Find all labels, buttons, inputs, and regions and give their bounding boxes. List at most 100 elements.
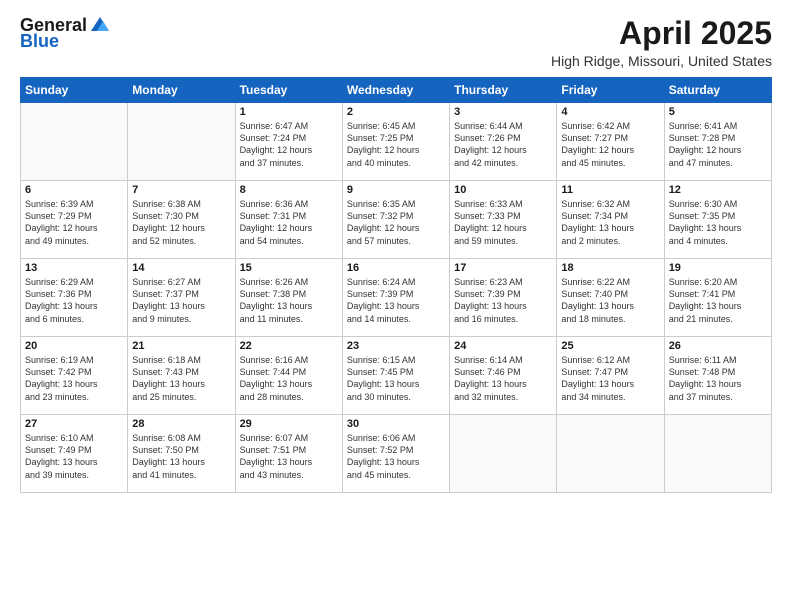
header: General Blue April 2025 High Ridge, Miss…	[20, 16, 772, 69]
page: General Blue April 2025 High Ridge, Miss…	[0, 0, 792, 612]
calendar-cell: 2 Sunrise: 6:45 AM Sunset: 7:25 PM Daylig…	[342, 103, 449, 181]
calendar-week-row: 13Sunrise: 6:29 AM Sunset: 7:36 PM Dayli…	[21, 259, 772, 337]
day-number: 16	[347, 262, 445, 274]
weekday-header: Monday	[128, 78, 235, 103]
day-info: Sunrise: 6:32 AM Sunset: 7:34 PM Dayligh…	[561, 198, 659, 247]
day-info: Sunrise: 6:11 AM Sunset: 7:48 PM Dayligh…	[669, 354, 767, 403]
calendar-cell: 9 Sunrise: 6:35 AM Sunset: 7:32 PM Daylig…	[342, 181, 449, 259]
calendar-week-row: 27 Sunrise: 6:10 AM Sunset: 7:49 PM Dayli…	[21, 415, 772, 493]
calendar-cell: 25 Sunrise: 6:12 AM Sunset: 7:47 PM Dayli…	[557, 337, 664, 415]
calendar-cell: 7 Sunrise: 6:38 AM Sunset: 7:30 PM Daylig…	[128, 181, 235, 259]
day-number: 3	[454, 106, 552, 118]
day-info: Sunrise: 6:36 AM Sunset: 7:31 PM Dayligh…	[240, 198, 338, 247]
calendar-cell: 21 Sunrise: 6:18 AM Sunset: 7:43 PM Dayli…	[128, 337, 235, 415]
calendar-cell: 22Sunrise: 6:16 AM Sunset: 7:44 PM Dayli…	[235, 337, 342, 415]
day-info: Sunrise: 6:38 AM Sunset: 7:30 PM Dayligh…	[132, 198, 230, 247]
day-info: Sunrise: 6:20 AM Sunset: 7:41 PM Dayligh…	[669, 276, 767, 325]
day-info: Sunrise: 6:15 AM Sunset: 7:45 PM Dayligh…	[347, 354, 445, 403]
day-number: 6	[25, 184, 123, 196]
calendar-cell	[664, 415, 771, 493]
day-number: 24	[454, 340, 552, 352]
weekday-header: Thursday	[450, 78, 557, 103]
calendar-cell: 30Sunrise: 6:06 AM Sunset: 7:52 PM Dayli…	[342, 415, 449, 493]
calendar-title: April 2025	[551, 16, 772, 51]
day-number: 12	[669, 184, 767, 196]
day-info: Sunrise: 6:26 AM Sunset: 7:38 PM Dayligh…	[240, 276, 338, 325]
calendar-cell: 13Sunrise: 6:29 AM Sunset: 7:36 PM Dayli…	[21, 259, 128, 337]
calendar-cell: 17 Sunrise: 6:23 AM Sunset: 7:39 PM Dayli…	[450, 259, 557, 337]
weekday-header-row: SundayMondayTuesdayWednesdayThursdayFrid…	[21, 78, 772, 103]
calendar-cell	[21, 103, 128, 181]
day-number: 29	[240, 418, 338, 430]
day-number: 23	[347, 340, 445, 352]
calendar-subtitle: High Ridge, Missouri, United States	[551, 53, 772, 69]
calendar-cell: 24Sunrise: 6:14 AM Sunset: 7:46 PM Dayli…	[450, 337, 557, 415]
day-info: Sunrise: 6:39 AM Sunset: 7:29 PM Dayligh…	[25, 198, 123, 247]
day-number: 9	[347, 184, 445, 196]
weekday-header: Tuesday	[235, 78, 342, 103]
day-number: 25	[561, 340, 659, 352]
calendar-cell	[128, 103, 235, 181]
day-number: 27	[25, 418, 123, 430]
day-number: 15	[240, 262, 338, 274]
calendar-cell: 19 Sunrise: 6:20 AM Sunset: 7:41 PM Dayli…	[664, 259, 771, 337]
weekday-header: Wednesday	[342, 78, 449, 103]
calendar-cell: 12 Sunrise: 6:30 AM Sunset: 7:35 PM Dayli…	[664, 181, 771, 259]
day-number: 4	[561, 106, 659, 118]
day-number: 2	[347, 106, 445, 118]
day-info: Sunrise: 6:19 AM Sunset: 7:42 PM Dayligh…	[25, 354, 123, 403]
calendar-cell: 28 Sunrise: 6:08 AM Sunset: 7:50 PM Dayli…	[128, 415, 235, 493]
calendar-cell: 10Sunrise: 6:33 AM Sunset: 7:33 PM Dayli…	[450, 181, 557, 259]
calendar-week-row: 1 Sunrise: 6:47 AM Sunset: 7:24 PM Daylig…	[21, 103, 772, 181]
calendar-cell: 16 Sunrise: 6:24 AM Sunset: 7:39 PM Dayli…	[342, 259, 449, 337]
day-info: Sunrise: 6:44 AM Sunset: 7:26 PM Dayligh…	[454, 120, 552, 169]
calendar-cell	[450, 415, 557, 493]
calendar-cell: 3 Sunrise: 6:44 AM Sunset: 7:26 PM Daylig…	[450, 103, 557, 181]
day-info: Sunrise: 6:30 AM Sunset: 7:35 PM Dayligh…	[669, 198, 767, 247]
day-number: 1	[240, 106, 338, 118]
day-info: Sunrise: 6:06 AM Sunset: 7:52 PM Dayligh…	[347, 432, 445, 481]
day-number: 17	[454, 262, 552, 274]
day-info: Sunrise: 6:41 AM Sunset: 7:28 PM Dayligh…	[669, 120, 767, 169]
calendar-cell: 18Sunrise: 6:22 AM Sunset: 7:40 PM Dayli…	[557, 259, 664, 337]
day-number: 21	[132, 340, 230, 352]
calendar-table: SundayMondayTuesdayWednesdayThursdayFrid…	[20, 77, 772, 493]
day-number: 11	[561, 184, 659, 196]
calendar-cell: 5 Sunrise: 6:41 AM Sunset: 7:28 PM Daylig…	[664, 103, 771, 181]
day-info: Sunrise: 6:23 AM Sunset: 7:39 PM Dayligh…	[454, 276, 552, 325]
day-number: 28	[132, 418, 230, 430]
day-number: 5	[669, 106, 767, 118]
day-number: 14	[132, 262, 230, 274]
calendar-cell: 27 Sunrise: 6:10 AM Sunset: 7:49 PM Dayli…	[21, 415, 128, 493]
day-info: Sunrise: 6:42 AM Sunset: 7:27 PM Dayligh…	[561, 120, 659, 169]
day-info: Sunrise: 6:07 AM Sunset: 7:51 PM Dayligh…	[240, 432, 338, 481]
calendar-cell	[557, 415, 664, 493]
day-info: Sunrise: 6:33 AM Sunset: 7:33 PM Dayligh…	[454, 198, 552, 247]
day-info: Sunrise: 6:12 AM Sunset: 7:47 PM Dayligh…	[561, 354, 659, 403]
calendar-cell: 29 Sunrise: 6:07 AM Sunset: 7:51 PM Dayli…	[235, 415, 342, 493]
calendar-cell: 8Sunrise: 6:36 AM Sunset: 7:31 PM Daylig…	[235, 181, 342, 259]
calendar-week-row: 20Sunrise: 6:19 AM Sunset: 7:42 PM Dayli…	[21, 337, 772, 415]
calendar-cell: 6 Sunrise: 6:39 AM Sunset: 7:29 PM Daylig…	[21, 181, 128, 259]
calendar-cell: 11 Sunrise: 6:32 AM Sunset: 7:34 PM Dayli…	[557, 181, 664, 259]
calendar-cell: 4 Sunrise: 6:42 AM Sunset: 7:27 PM Daylig…	[557, 103, 664, 181]
title-area: April 2025 High Ridge, Missouri, United …	[551, 16, 772, 69]
weekday-header: Sunday	[21, 78, 128, 103]
calendar-week-row: 6 Sunrise: 6:39 AM Sunset: 7:29 PM Daylig…	[21, 181, 772, 259]
logo: General Blue	[20, 16, 111, 52]
day-info: Sunrise: 6:18 AM Sunset: 7:43 PM Dayligh…	[132, 354, 230, 403]
day-info: Sunrise: 6:47 AM Sunset: 7:24 PM Dayligh…	[240, 120, 338, 169]
day-number: 7	[132, 184, 230, 196]
weekday-header: Saturday	[664, 78, 771, 103]
calendar-cell: 15 Sunrise: 6:26 AM Sunset: 7:38 PM Dayli…	[235, 259, 342, 337]
day-info: Sunrise: 6:27 AM Sunset: 7:37 PM Dayligh…	[132, 276, 230, 325]
day-number: 19	[669, 262, 767, 274]
day-info: Sunrise: 6:16 AM Sunset: 7:44 PM Dayligh…	[240, 354, 338, 403]
day-info: Sunrise: 6:45 AM Sunset: 7:25 PM Dayligh…	[347, 120, 445, 169]
day-info: Sunrise: 6:24 AM Sunset: 7:39 PM Dayligh…	[347, 276, 445, 325]
weekday-header: Friday	[557, 78, 664, 103]
day-info: Sunrise: 6:10 AM Sunset: 7:49 PM Dayligh…	[25, 432, 123, 481]
calendar-cell: 26Sunrise: 6:11 AM Sunset: 7:48 PM Dayli…	[664, 337, 771, 415]
day-info: Sunrise: 6:08 AM Sunset: 7:50 PM Dayligh…	[132, 432, 230, 481]
day-info: Sunrise: 6:35 AM Sunset: 7:32 PM Dayligh…	[347, 198, 445, 247]
